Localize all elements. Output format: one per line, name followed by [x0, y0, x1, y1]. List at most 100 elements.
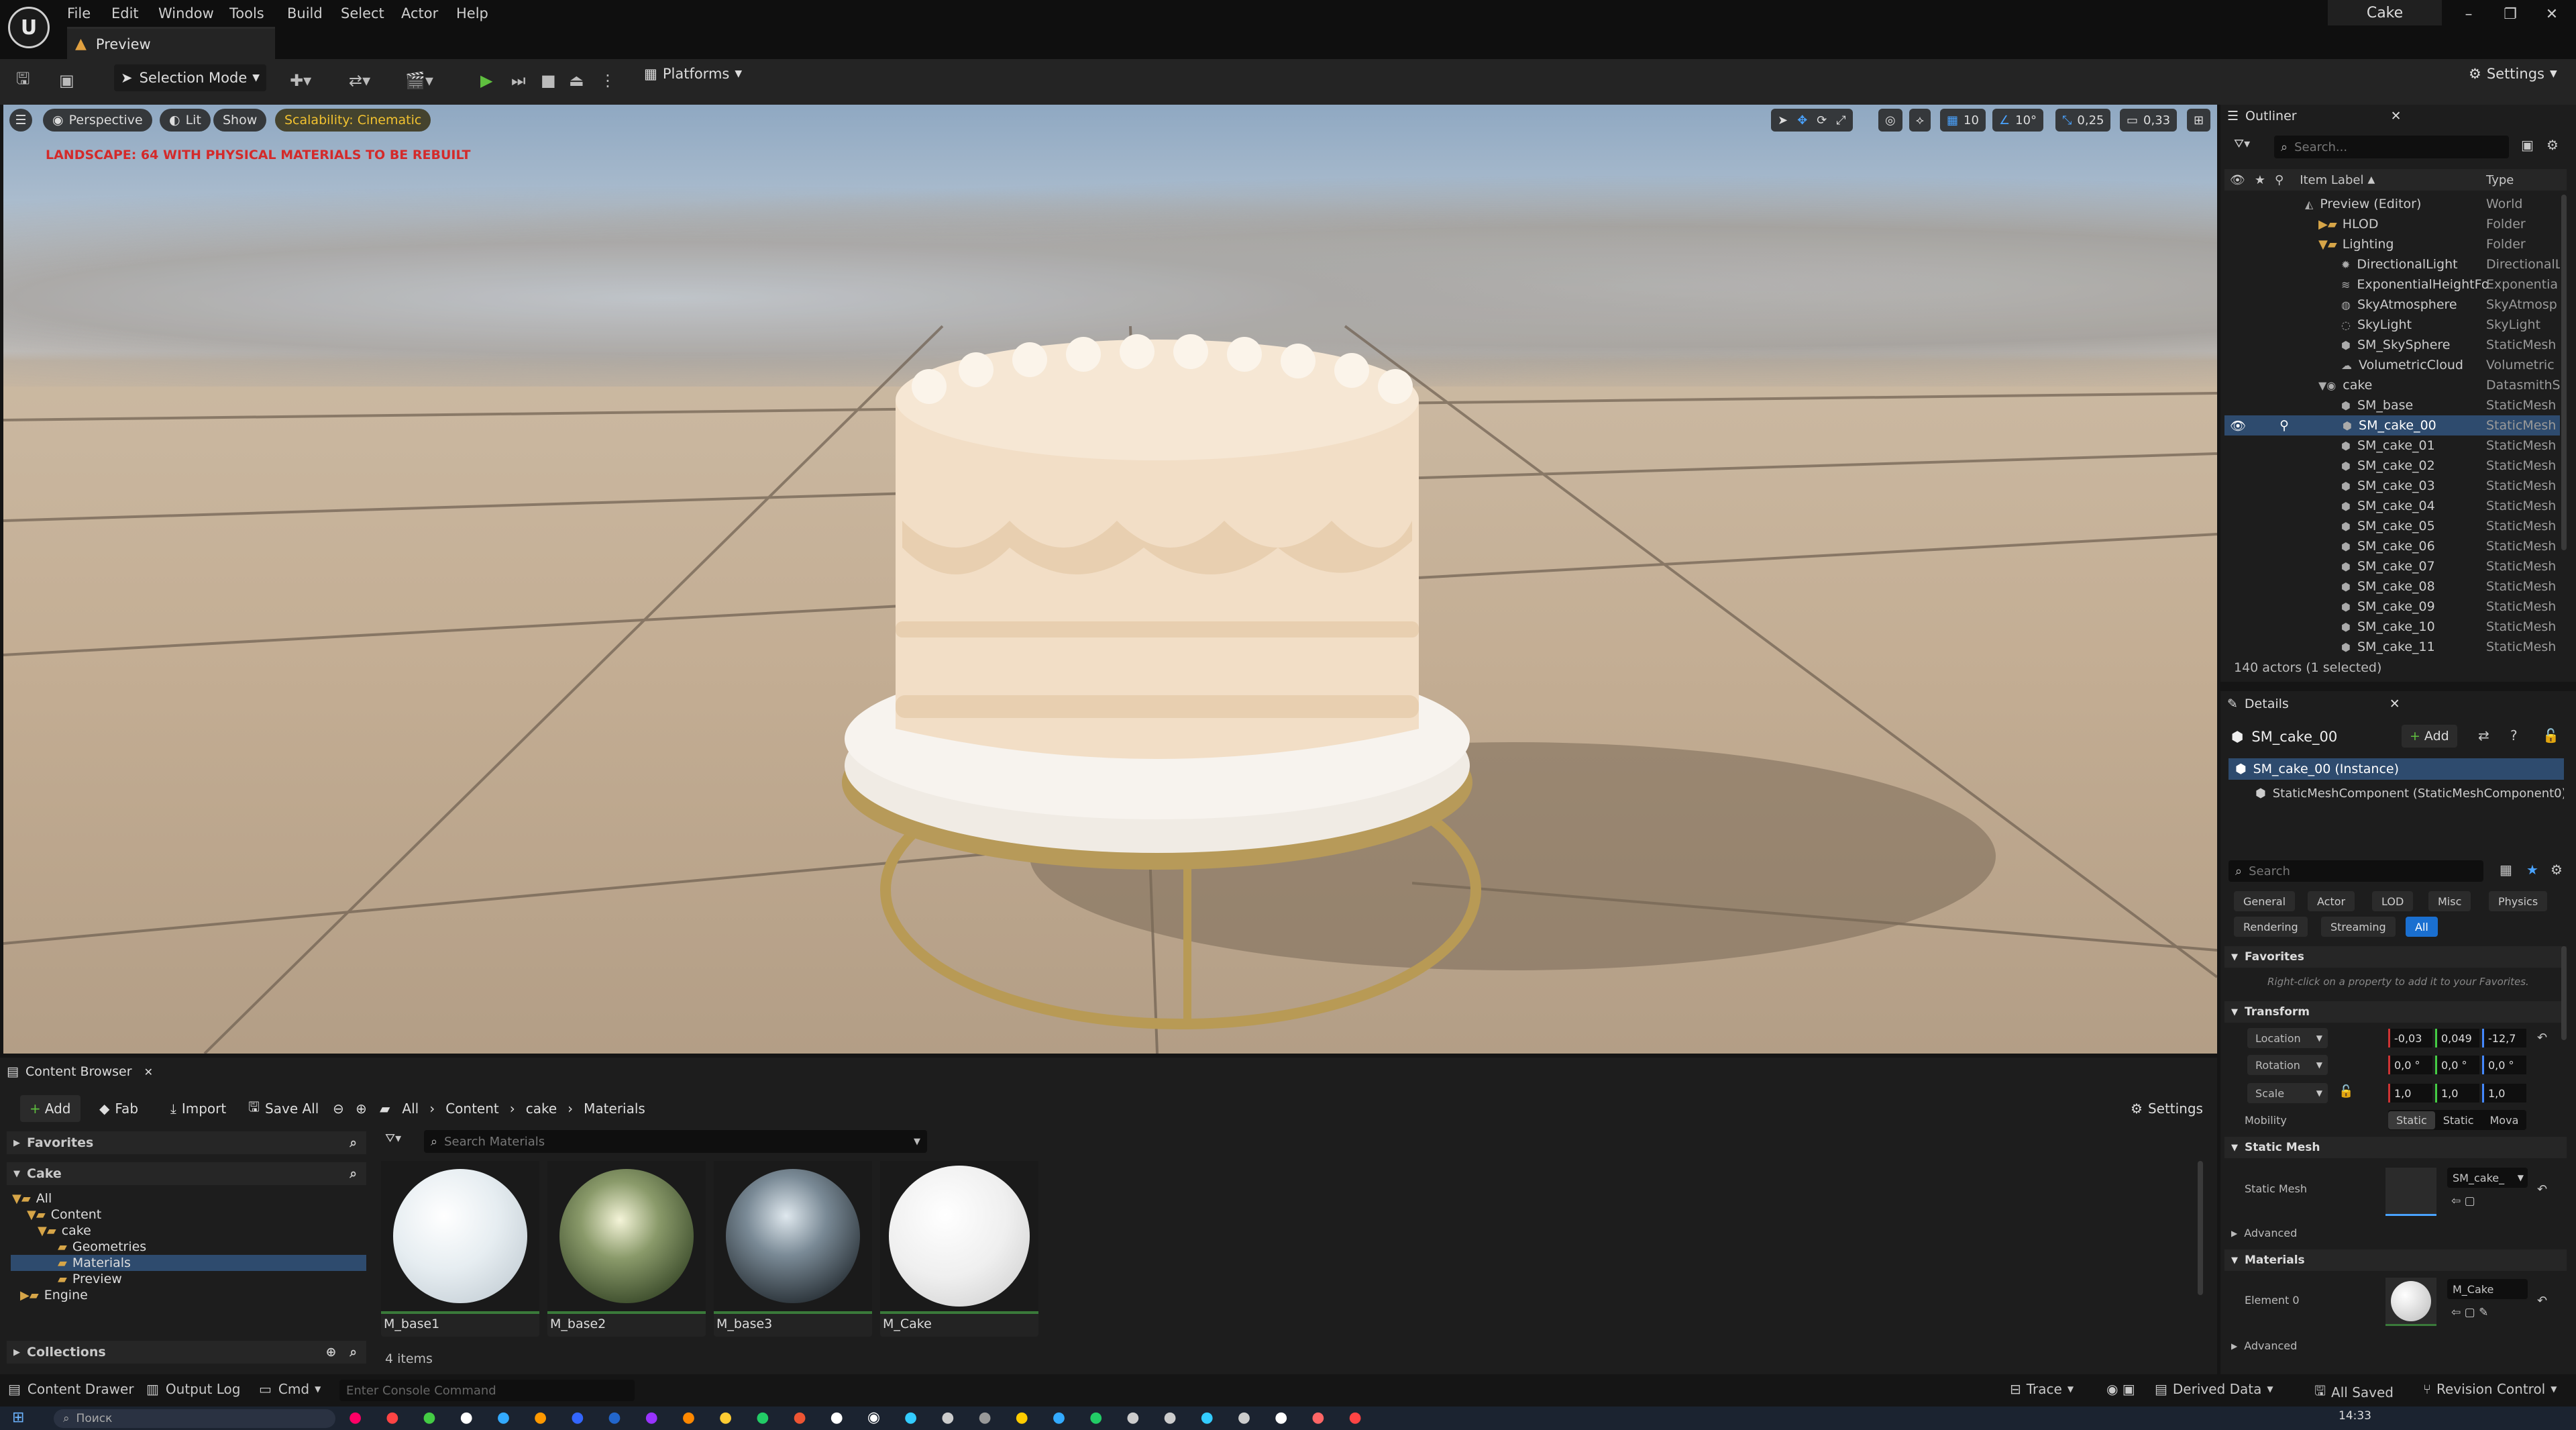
material-picker[interactable]: M_Cake [2447, 1279, 2528, 1299]
more-options-icon[interactable]: ⋮ [600, 67, 616, 94]
selection-mode-dropdown[interactable]: ➤ Selection Mode ▼ [114, 64, 267, 91]
trace-dropdown[interactable]: ⊟ Trace ▼ [2010, 1381, 2074, 1397]
mobility-toggle[interactable]: Static Static Mova [2388, 1110, 2527, 1130]
unreal-logo-icon[interactable]: U [8, 7, 50, 48]
rotation-z-field[interactable]: 0,0 ° [2482, 1056, 2526, 1074]
filter-icon[interactable]: ⛛▾ [385, 1131, 401, 1145]
scale-y-field[interactable]: 1,0 [2435, 1084, 2479, 1103]
outliner-row[interactable]: ▼▰ Lighting Folder [2224, 234, 2560, 254]
add-collection-icon[interactable]: ⊕ [325, 1345, 336, 1360]
play-icon[interactable]: ▶ [480, 67, 492, 94]
level-viewport[interactable] [3, 105, 2217, 1054]
project-section[interactable]: ▼ Cake ⌕ [7, 1162, 366, 1185]
history-forward-icon[interactable]: ⊕ [356, 1095, 367, 1122]
location-dropdown[interactable]: Location ▼ [2247, 1028, 2328, 1048]
settings-button[interactable]: ⚙ Settings ▼ [2469, 66, 2557, 82]
pin-icon[interactable]: ⚲ [2275, 173, 2284, 187]
app-icon[interactable]: ● [1311, 1409, 1324, 1426]
search-icon[interactable]: ⌕ [350, 1345, 357, 1360]
scale-x-field[interactable]: 1,0 [2388, 1084, 2432, 1103]
category-physics[interactable]: Physics [2489, 891, 2548, 911]
tree-item-cake[interactable]: ▼▰ cake [38, 1223, 91, 1239]
close-icon[interactable]: ✕ [144, 1066, 153, 1078]
step-icon[interactable]: ⏭ [511, 67, 526, 94]
component-instance-row[interactable]: ⬢ SM_cake_00 (Instance) [2229, 758, 2564, 780]
scale-z-field[interactable]: 1,0 [2482, 1084, 2526, 1103]
outliner-row[interactable]: ◌ SkyLight SkyLight [2224, 315, 2560, 335]
visibility-icon[interactable]: 👁 [2230, 418, 2246, 433]
save-icon[interactable]: 🖫 [16, 67, 30, 94]
cinematics-icon[interactable]: 🎬▾ [405, 67, 433, 94]
scalability-badge[interactable]: Scalability: Cinematic [275, 109, 431, 132]
outliner-row[interactable]: ⬢ SM_cake_08 StaticMesh [2224, 576, 2560, 597]
show-button[interactable]: Show [213, 109, 267, 132]
advanced-toggle[interactable]: ▶ Advanced [2231, 1227, 2297, 1239]
add-button[interactable]: + Add [20, 1095, 80, 1122]
static-mesh-picker[interactable]: SM_cake_ ▼ [2447, 1168, 2528, 1188]
category-all[interactable]: All [2406, 917, 2438, 937]
help-icon[interactable]: ? [2510, 727, 2518, 744]
use-selected-icon[interactable]: ⇦ ▢ ✎ [2451, 1306, 2488, 1319]
app-icon[interactable]: ● [1201, 1409, 1214, 1426]
content-drawer-button[interactable]: ▤ Content Drawer [8, 1381, 134, 1397]
app-icon[interactable]: ● [1275, 1409, 1287, 1426]
filter-icon[interactable]: ⛛▾ [2234, 137, 2250, 151]
outliner-scrollbar[interactable] [2561, 195, 2567, 550]
outliner-row[interactable]: ⬢ SM_cake_01 StaticMesh [2224, 436, 2560, 456]
cmd-dropdown[interactable]: ▭ Cmd ▼ [259, 1381, 321, 1397]
category-misc[interactable]: Misc [2428, 891, 2471, 911]
outliner-row[interactable]: ◭ Preview (Editor) World [2224, 194, 2560, 214]
app-icon[interactable]: ● [941, 1409, 954, 1426]
add-component-button[interactable]: + Add [2402, 725, 2457, 748]
tree-item-content[interactable]: ▼▰ Content [27, 1207, 101, 1223]
blueprint-icon[interactable]: ⇄▾ [349, 67, 370, 94]
section-transform[interactable]: ▼ Transform [2224, 1001, 2567, 1023]
rotation-y-field[interactable]: 0,0 ° [2435, 1056, 2479, 1074]
tab-preview[interactable]: ▲ Preview [67, 27, 275, 59]
tree-item-all[interactable]: ▼▰ All [12, 1190, 52, 1207]
advanced-toggle[interactable]: ▶ Advanced [2231, 1339, 2297, 1352]
lit-button[interactable]: ◐ Lit [160, 109, 211, 132]
section-favorites[interactable]: ▼ Favorites [2224, 946, 2567, 968]
close-icon[interactable]: ✕ [2391, 109, 2402, 123]
breadcrumb-content[interactable]: Content [445, 1101, 499, 1117]
maximize-icon[interactable]: ❐ [2490, 3, 2530, 25]
unreal-taskbar-icon[interactable]: ◉ [867, 1409, 880, 1426]
outliner-row[interactable]: ✹ DirectionalLight DirectionalL [2224, 254, 2560, 274]
outliner-row-selected[interactable]: 👁 ⚲ ⬢ SM_cake_00 StaticMesh [2224, 415, 2560, 436]
location-x-field[interactable]: -0,03 [2388, 1029, 2432, 1048]
category-rendering[interactable]: Rendering [2234, 917, 2308, 937]
app-icon[interactable]: ● [645, 1409, 658, 1426]
breadcrumb-all[interactable]: All [402, 1101, 419, 1117]
asset-tile[interactable]: M_base2 [547, 1161, 706, 1337]
layout-icon[interactable]: ⊞ [2187, 109, 2211, 132]
menu-actor[interactable]: Actor [401, 3, 438, 24]
derived-data-button[interactable]: ▤ Derived Data ▼ [2155, 1381, 2273, 1397]
app-icon[interactable]: ● [978, 1409, 991, 1426]
table-view-icon[interactable]: ▦ [2500, 862, 2512, 878]
material-thumbnail[interactable] [2385, 1278, 2436, 1326]
details-scrollbar[interactable] [2561, 946, 2567, 1040]
app-icon[interactable]: ● [682, 1409, 695, 1426]
tree-item-geometries[interactable]: ▰ Geometries [58, 1239, 146, 1255]
mobility-movable[interactable]: Mova [2482, 1111, 2527, 1129]
menu-edit[interactable]: Edit [111, 3, 139, 24]
category-actor[interactable]: Actor [2308, 891, 2355, 911]
browse-icon[interactable]: ▣ [59, 67, 74, 94]
outliner-row[interactable]: ⬢ SM_cake_06 StaticMesh [2224, 536, 2560, 556]
column-item-label[interactable]: Item Label [2300, 173, 2363, 187]
category-streaming[interactable]: Streaming [2321, 917, 2396, 937]
breadcrumb-cake[interactable]: cake [526, 1101, 557, 1117]
category-general[interactable]: General [2234, 891, 2296, 911]
tree-item-materials[interactable]: ▰ Materials [11, 1255, 366, 1271]
viewport-menu-icon[interactable]: ☰ [9, 109, 32, 132]
reset-icon[interactable]: ↶ [2537, 1031, 2547, 1045]
surface-snap-icon[interactable]: ⟡ [1909, 109, 1931, 132]
visibility-icon[interactable]: 👁 [2230, 173, 2245, 187]
select-icon[interactable]: ➤ [1778, 113, 1788, 127]
gear-icon[interactable]: ⚙ [2546, 137, 2559, 153]
outliner-row[interactable]: ⬢ SM_cake_05 StaticMesh [2224, 516, 2560, 536]
search-materials-input[interactable]: ⌕ Search Materials ▼ [424, 1130, 927, 1153]
outliner-row[interactable]: ⬢ SM_SkySphere StaticMesh [2224, 335, 2560, 355]
menu-build[interactable]: Build [287, 3, 323, 24]
